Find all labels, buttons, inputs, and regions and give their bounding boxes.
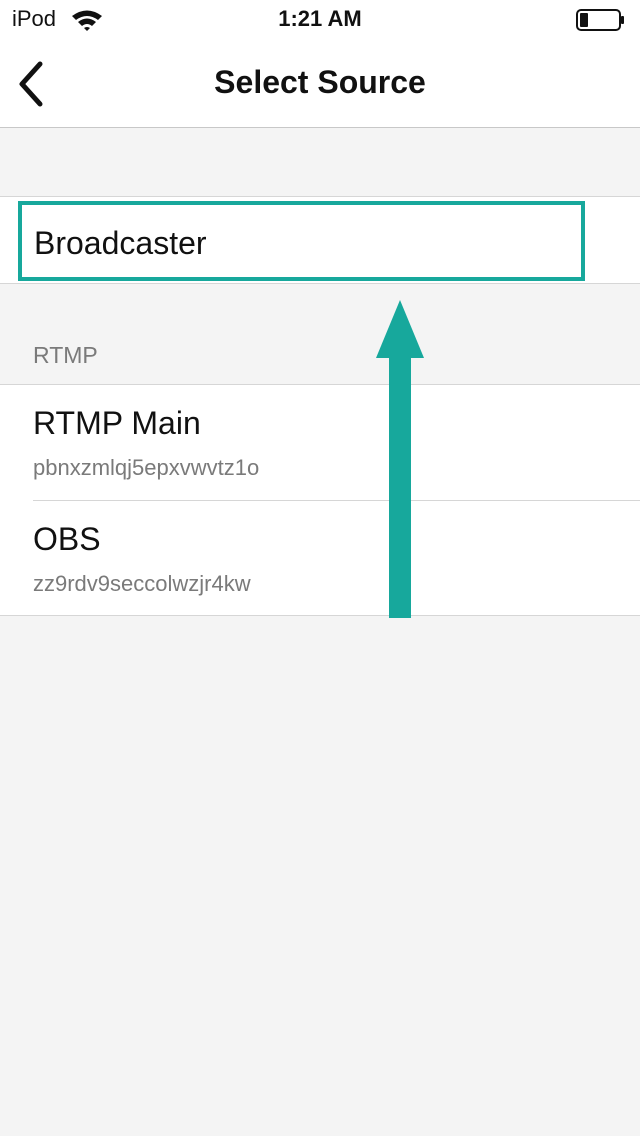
- source-name: RTMP Main: [33, 405, 201, 441]
- rtmp-source-list: RTMP Main pbnxzmlqj5epxvwvtz1o OBS zz9rd…: [0, 384, 640, 616]
- source-row-obs[interactable]: OBS zz9rdv9seccolwzjr4kw: [0, 501, 640, 616]
- broadcaster-source-row[interactable]: Broadcaster: [18, 201, 585, 281]
- battery-low-icon: [576, 9, 624, 31]
- status-bar: iPod 1:21 AM: [0, 0, 640, 40]
- source-stream-key: zz9rdv9seccolwzjr4kw: [33, 571, 251, 596]
- broadcaster-label: Broadcaster: [34, 225, 207, 261]
- primary-source-section: Broadcaster: [0, 196, 640, 284]
- source-name: OBS: [33, 521, 101, 557]
- source-stream-key: pbnxzmlqj5epxvwvtz1o: [33, 455, 260, 480]
- page-title: Select Source: [214, 64, 426, 100]
- up-arrow-annotation: [376, 300, 424, 618]
- source-row-rtmp-main[interactable]: RTMP Main pbnxzmlqj5epxvwvtz1o: [0, 385, 640, 501]
- clock: 1:21 AM: [278, 6, 362, 31]
- rtmp-section-header: RTMP: [33, 342, 98, 368]
- navigation-bar: Select Source: [0, 40, 640, 128]
